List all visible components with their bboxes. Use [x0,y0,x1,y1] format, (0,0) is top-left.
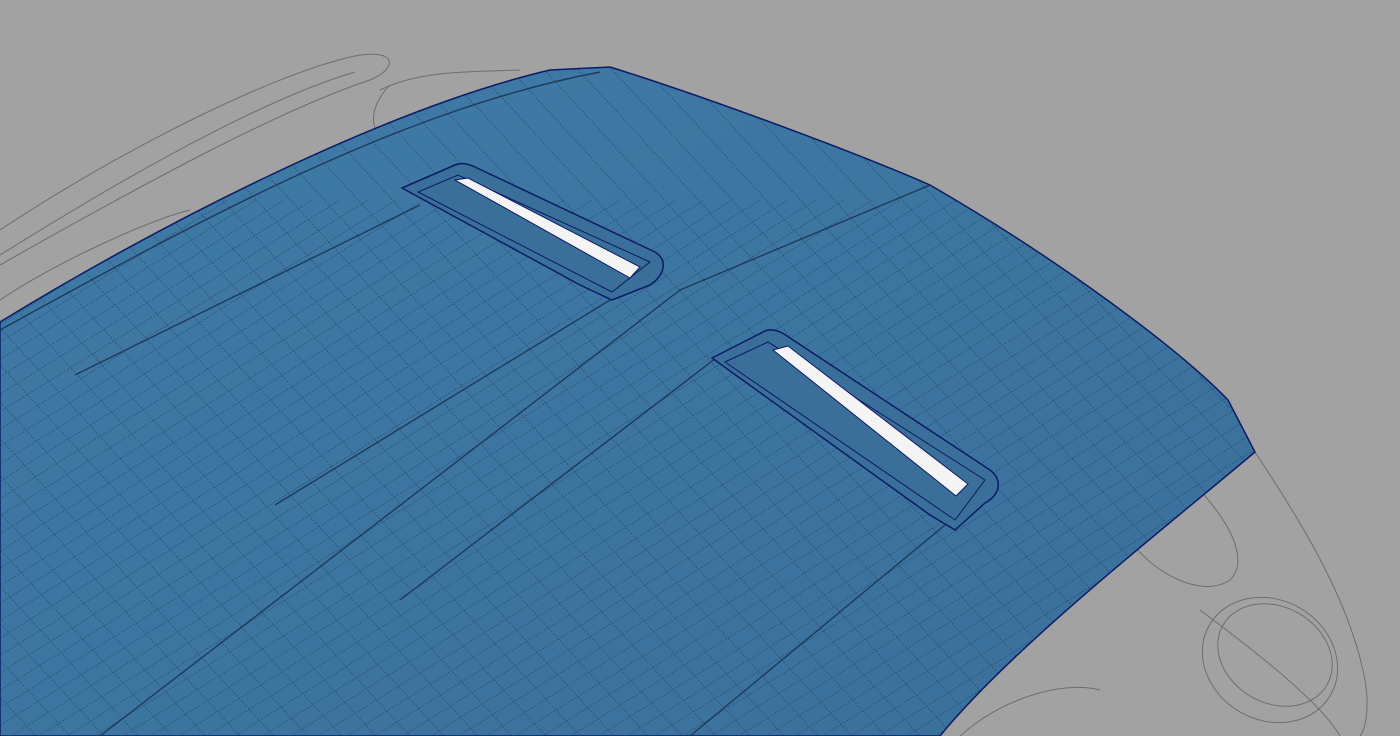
isoparm-line [1231,199,1255,736]
isoparm-line [1227,67,1255,736]
3d-viewport[interactable] [0,0,1400,736]
reference-curve [1254,451,1368,736]
isoparm-line [1372,200,1400,736]
hood-surface[interactable] [0,66,1256,736]
isoparm-line [1193,67,1255,736]
isoparm-line [1364,0,1400,736]
isoparm-line [1260,200,1400,736]
isoparm-line [1330,0,1400,736]
isoparm-line [1316,200,1400,736]
isoparm-line [1288,200,1400,736]
isoparm-line [1344,200,1400,736]
reference-curve [959,686,1101,736]
isoparm-line [1159,67,1255,736]
isoparm-line [1262,0,1400,736]
reference-curve [1217,603,1333,707]
isoparm-line [1296,0,1400,736]
reference-curve [1201,596,1339,724]
scene [0,0,1400,736]
